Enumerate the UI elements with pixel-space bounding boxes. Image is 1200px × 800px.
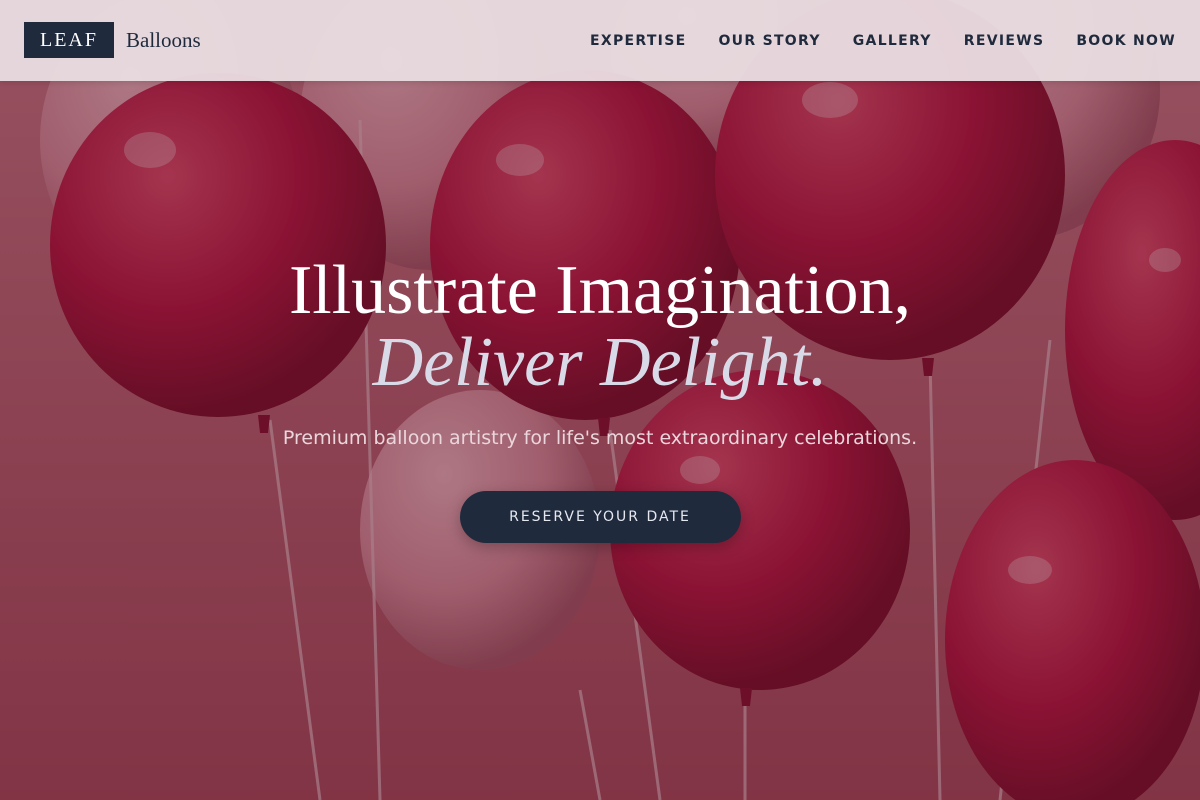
reserve-date-button[interactable]: RESERVE YOUR DATE [459, 491, 741, 543]
main-nav: EXPERTISE OUR STORY GALLERY REVIEWS BOOK… [590, 0, 1176, 81]
logo[interactable]: LEAF Balloons [24, 22, 201, 58]
landing-page: LEAF Balloons EXPERTISE OUR STORY GALLER… [0, 0, 1200, 800]
hero-headline-line2: Deliver Delight. [372, 324, 828, 401]
nav-gallery[interactable]: GALLERY [853, 33, 932, 49]
logo-text[interactable]: Balloons [126, 28, 201, 53]
hero-section: Illustrate Imagination, Deliver Delight.… [0, 255, 1200, 543]
nav-our-story[interactable]: OUR STORY [718, 33, 820, 49]
hero-subtitle: Premium balloon artistry for life's most… [282, 427, 918, 449]
nav-book-now[interactable]: BOOK NOW [1076, 33, 1176, 49]
site-header: LEAF Balloons EXPERTISE OUR STORY GALLER… [0, 0, 1200, 81]
hero-headline-line1: Illustrate Imagination, [288, 252, 912, 329]
nav-expertise[interactable]: EXPERTISE [590, 33, 686, 49]
nav-reviews[interactable]: REVIEWS [964, 33, 1045, 49]
logo-box[interactable]: LEAF [24, 22, 114, 58]
